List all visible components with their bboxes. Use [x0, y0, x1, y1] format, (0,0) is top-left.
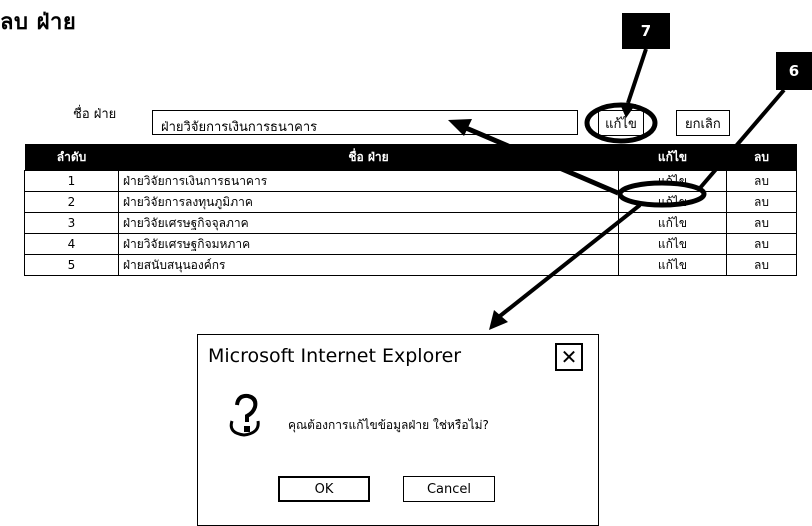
cancel-button[interactable]: ยกเลิก	[676, 110, 730, 136]
pointer-arrowhead-dialog	[489, 310, 508, 330]
delete-link[interactable]: ลบ	[726, 212, 797, 234]
row-number: 3	[24, 212, 119, 234]
table-row: 4 ฝ่ายวิจัยเศรษฐกิจมหภาค แก้ไข ลบ	[24, 233, 797, 255]
page-title: ลบ ฝ่าย	[0, 10, 77, 35]
column-header-delete: ลบ	[726, 144, 797, 171]
table-row: 5 ฝ่ายสนับสนุนองค์กร แก้ไข ลบ	[24, 254, 797, 276]
callout-marker-6: 6	[776, 52, 812, 90]
question-icon	[229, 393, 260, 437]
pointer-line-7	[626, 48, 648, 104]
close-icon[interactable]: ✕	[555, 343, 583, 371]
edit-link[interactable]: แก้ไข	[618, 170, 727, 192]
column-header-name: ชื่อ ฝ่าย	[118, 144, 619, 171]
department-name: ฝ่ายวิจัยเศรษฐกิจจุลภาค	[118, 212, 619, 234]
table-header-row: ลำดับ ชื่อ ฝ่าย แก้ไข ลบ	[24, 144, 797, 171]
delete-link[interactable]: ลบ	[726, 254, 797, 276]
table-row: 1 ฝ่ายวิจัยการเงินการธนาคาร แก้ไข ลบ	[24, 170, 797, 192]
dialog-message: คุณต้องการแก้ไขข้อมูลฝ่าย ใช่หรือไม่?	[288, 418, 489, 432]
table-row: 2 ฝ่ายวิจัยการลงทุนภูมิภาค แก้ไข ลบ	[24, 191, 797, 213]
ok-button[interactable]: OK	[278, 476, 370, 502]
delete-link[interactable]: ลบ	[726, 191, 797, 213]
dialog-cancel-button[interactable]: Cancel	[403, 476, 495, 502]
row-number: 1	[24, 170, 119, 192]
edit-link[interactable]: แก้ไข	[618, 233, 727, 255]
edit-link[interactable]: แก้ไข	[618, 254, 727, 276]
delete-link[interactable]: ลบ	[726, 233, 797, 255]
delete-link[interactable]: ลบ	[726, 170, 797, 192]
edit-link[interactable]: แก้ไข	[618, 212, 727, 234]
row-number: 2	[24, 191, 119, 213]
department-name: ฝ่ายวิจัยการลงทุนภูมิภาค	[118, 191, 619, 213]
department-name: ฝ่ายวิจัยเศรษฐกิจมหภาค	[118, 233, 619, 255]
department-name: ฝ่ายวิจัยการเงินการธนาคาร	[118, 170, 619, 192]
callout-marker-7: 7	[622, 13, 670, 49]
department-name: ฝ่ายสนับสนุนองค์กร	[118, 254, 619, 276]
edit-button[interactable]: แก้ไข	[598, 110, 644, 136]
table-row: 3 ฝ่ายวิจัยเศรษฐกิจจุลภาค แก้ไข ลบ	[24, 212, 797, 234]
row-number: 4	[24, 233, 119, 255]
confirm-dialog: Microsoft Internet Explorer ✕ คุณต้องการ…	[197, 334, 599, 526]
column-header-edit: แก้ไข	[618, 144, 727, 171]
column-header-order: ลำดับ	[24, 144, 119, 171]
department-table: ลำดับ ชื่อ ฝ่าย แก้ไข ลบ 1 ฝ่ายวิจัยการเ…	[24, 144, 797, 276]
department-name-input[interactable]: ฝ่ายวิจัยการเงินการธนาคาร	[152, 110, 578, 135]
dialog-title: Microsoft Internet Explorer	[208, 345, 462, 367]
name-field-label: ชื่อ ฝ่าย	[73, 107, 117, 122]
row-number: 5	[24, 254, 119, 276]
edit-link[interactable]: แก้ไข	[618, 191, 727, 213]
